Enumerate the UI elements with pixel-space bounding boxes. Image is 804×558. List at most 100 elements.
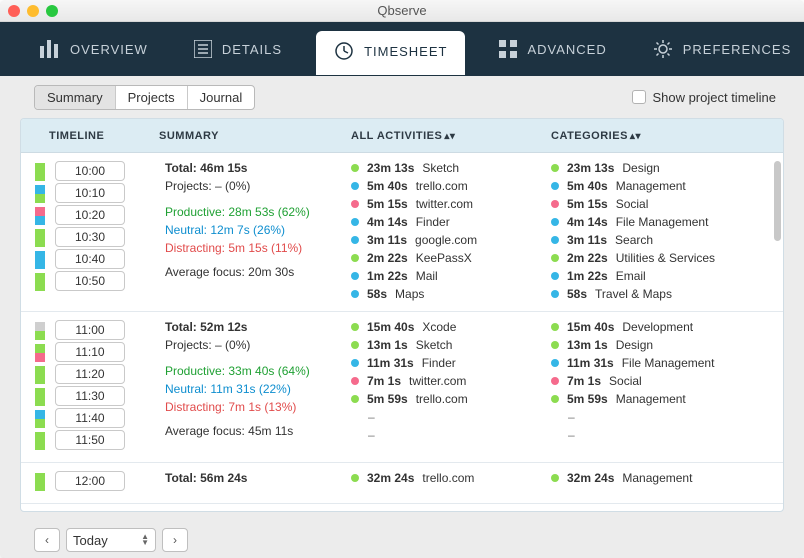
time-chip[interactable]: 11:40: [55, 408, 125, 428]
table-row[interactable]: 11:0011:1011:2011:3011:4011:50 Total: 52m…: [21, 312, 783, 463]
category-dot-icon: [551, 272, 559, 280]
category-row[interactable]: 4m 14sFile Management: [551, 215, 783, 229]
activity-row[interactable]: 32m 24strello.com: [351, 471, 551, 485]
category-row[interactable]: 2m 22sUtilities & Services: [551, 251, 783, 265]
category-dot-icon: [551, 377, 559, 385]
tab-advanced[interactable]: ADVANCED: [487, 32, 618, 66]
time-chip[interactable]: 10:00: [55, 161, 125, 181]
time-chip[interactable]: 10:10: [55, 183, 125, 203]
seg-projects[interactable]: Projects: [116, 86, 188, 109]
activity-row[interactable]: 7m 1stwitter.com: [351, 374, 551, 388]
col-categories[interactable]: CATEGORIES▴▾: [551, 130, 783, 142]
category-dot-icon: [551, 323, 559, 331]
category-dot-icon: [551, 290, 559, 298]
view-segmented-control: Summary Projects Journal: [34, 85, 255, 110]
minimize-icon[interactable]: [27, 5, 39, 17]
activity-row[interactable]: 23m 13sSketch: [351, 161, 551, 175]
category-row[interactable]: 1m 22sEmail: [551, 269, 783, 283]
category-row[interactable]: 11m 31sFile Management: [551, 356, 783, 370]
activity-row[interactable]: 11m 31sFinder: [351, 356, 551, 370]
table-body[interactable]: 10:0010:1010:2010:3010:4010:50 Total: 46m…: [21, 153, 783, 511]
activity-row[interactable]: 3m 11sgoogle.com: [351, 233, 551, 247]
category-row[interactable]: 15m 40sDevelopment: [551, 320, 783, 334]
time-chip[interactable]: 12:00: [55, 471, 125, 491]
activities-column: 32m 24strello.com: [351, 471, 551, 493]
list-icon: [194, 40, 212, 58]
table-row[interactable]: 10:0010:1010:2010:3010:4010:50 Total: 46m…: [21, 153, 783, 312]
category-dot-icon: [551, 218, 559, 226]
col-activities[interactable]: ALL ACTIVITIES▴▾: [351, 130, 551, 142]
tab-timesheet[interactable]: TIMESHEET: [316, 31, 465, 75]
category-dot-icon: [551, 254, 559, 262]
main-navbar: OVERVIEW DETAILS TIMESHEET ADVANCED PREF…: [0, 22, 804, 76]
time-chip[interactable]: 11:20: [55, 364, 125, 384]
time-chip[interactable]: 11:00: [55, 320, 125, 340]
category-row[interactable]: 7m 1sSocial: [551, 374, 783, 388]
time-chip[interactable]: 10:30: [55, 227, 125, 247]
time-chip[interactable]: 11:30: [55, 386, 125, 406]
tab-overview[interactable]: OVERVIEW: [28, 32, 160, 66]
timeline-bands: [35, 320, 49, 452]
time-chip[interactable]: 11:10: [55, 342, 125, 362]
activity-row[interactable]: 15m 40sXcode: [351, 320, 551, 334]
summary-column: Total: 46m 15sProjects: – (0%)Productive…: [159, 161, 351, 301]
activity-row[interactable]: –: [351, 410, 551, 424]
category-dot-icon: [551, 359, 559, 367]
summary-column: Total: 52m 12sProjects: – (0%)Productive…: [159, 320, 351, 452]
activity-row[interactable]: 1m 22sMail: [351, 269, 551, 283]
activity-row[interactable]: 4m 14sFinder: [351, 215, 551, 229]
category-row[interactable]: 58sTravel & Maps: [551, 287, 783, 301]
time-chip[interactable]: 11:50: [55, 430, 125, 450]
activity-row[interactable]: 5m 40strello.com: [351, 179, 551, 193]
activity-row[interactable]: 13m 1sSketch: [351, 338, 551, 352]
time-chip[interactable]: 10:50: [55, 271, 125, 291]
category-dot-icon: [551, 200, 559, 208]
category-row[interactable]: 5m 59sManagement: [551, 392, 783, 406]
checkbox-label: Show project timeline: [652, 90, 776, 105]
category-row[interactable]: 23m 13sDesign: [551, 161, 783, 175]
table-row[interactable]: 12:00 Total: 56m 24s32m 24strello.com32m …: [21, 463, 783, 504]
next-day-button[interactable]: ›: [162, 528, 188, 552]
window-title: Qbserve: [377, 3, 426, 18]
category-row[interactable]: –: [551, 410, 783, 424]
activity-row[interactable]: 5m 15stwitter.com: [351, 197, 551, 211]
category-dot-icon: [351, 164, 359, 172]
sort-icon: ▴▾: [630, 131, 641, 142]
activity-row[interactable]: 58sMaps: [351, 287, 551, 301]
sort-icon: ▴▾: [444, 131, 455, 142]
nav-label: OVERVIEW: [70, 42, 148, 57]
category-dot-icon: [351, 272, 359, 280]
app-window: Qbserve OVERVIEW DETAILS TIMESHEET ADVAN…: [0, 0, 804, 558]
activities-column: 23m 13sSketch 5m 40strello.com 5m 15stwitt…: [351, 161, 551, 301]
activities-column: 15m 40sXcode 13m 1sSketch 11m 31sFinder 7m …: [351, 320, 551, 452]
show-project-timeline-toggle[interactable]: Show project timeline: [632, 90, 776, 105]
seg-summary[interactable]: Summary: [35, 86, 116, 109]
category-dot-icon: [551, 341, 559, 349]
nav-label: DETAILS: [222, 42, 282, 57]
time-chip[interactable]: 10:40: [55, 249, 125, 269]
seg-journal[interactable]: Journal: [188, 86, 255, 109]
tab-details[interactable]: DETAILS: [182, 32, 294, 66]
zoom-icon[interactable]: [46, 5, 58, 17]
date-range-select[interactable]: Today ▲▼: [66, 528, 156, 552]
category-row[interactable]: 5m 40sManagement: [551, 179, 783, 193]
col-summary[interactable]: SUMMARY: [159, 130, 351, 142]
category-row[interactable]: 13m 1sDesign: [551, 338, 783, 352]
prev-day-button[interactable]: ‹: [34, 528, 60, 552]
close-icon[interactable]: [8, 5, 20, 17]
scrollbar-thumb[interactable]: [774, 161, 781, 241]
tab-preferences[interactable]: PREFERENCES: [641, 31, 804, 67]
category-row[interactable]: 32m 24sManagement: [551, 471, 783, 485]
time-chip[interactable]: 10:20: [55, 205, 125, 225]
category-row[interactable]: –: [551, 428, 783, 442]
summary-column: Total: 56m 24s: [159, 471, 351, 493]
category-row[interactable]: 5m 15sSocial: [551, 197, 783, 211]
checkbox-icon[interactable]: [632, 90, 646, 104]
activity-row[interactable]: 5m 59strello.com: [351, 392, 551, 406]
category-dot-icon: [551, 236, 559, 244]
titlebar: Qbserve: [0, 0, 804, 22]
col-timeline[interactable]: TIMELINE: [49, 130, 159, 142]
activity-row[interactable]: 2m 22sKeePassX: [351, 251, 551, 265]
category-row[interactable]: 3m 11sSearch: [551, 233, 783, 247]
activity-row[interactable]: –: [351, 428, 551, 442]
